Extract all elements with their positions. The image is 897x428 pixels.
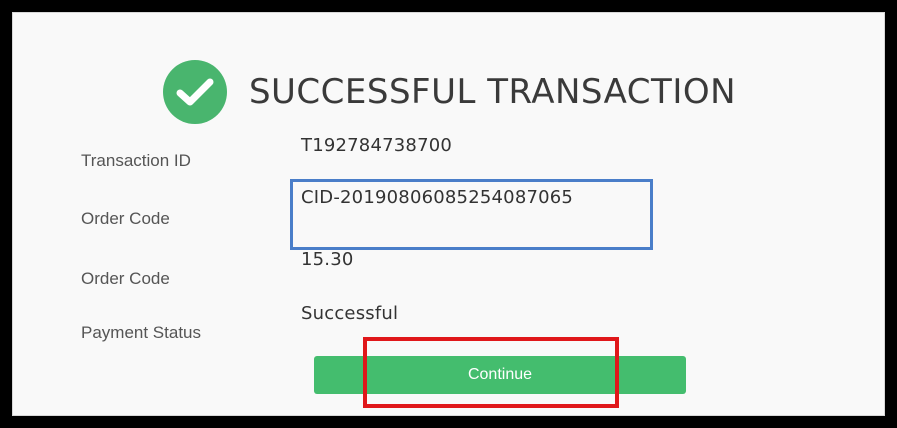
detail-label: Transaction ID: [81, 151, 191, 170]
detail-row-transaction-id: Transaction ID T192784738700: [13, 135, 886, 170]
detail-label: Order Code: [81, 269, 170, 288]
detail-label: Payment Status: [81, 323, 202, 342]
payment-status-value: Successful: [301, 303, 399, 324]
page-title: SUCCESSFUL TRANSACTION: [248, 72, 737, 112]
continue-button[interactable]: Continue: [314, 356, 686, 394]
check-circle-icon: [162, 60, 227, 124]
amount-value: 15.30: [301, 249, 354, 270]
transaction-result-panel: SUCCESSFUL TRANSACTION Transaction ID T1…: [12, 12, 885, 416]
order-code-highlight-box: [290, 179, 653, 250]
detail-label: Order Code: [81, 209, 170, 228]
screenshot-frame: SUCCESSFUL TRANSACTION Transaction ID T1…: [0, 0, 897, 428]
result-header: SUCCESSFUL TRANSACTION: [13, 58, 886, 126]
detail-row-amount: Order Code 15.30: [13, 249, 886, 288]
transaction-id-value: T192784738700: [301, 135, 453, 156]
detail-row-payment-status: Payment Status Successful: [13, 303, 886, 342]
